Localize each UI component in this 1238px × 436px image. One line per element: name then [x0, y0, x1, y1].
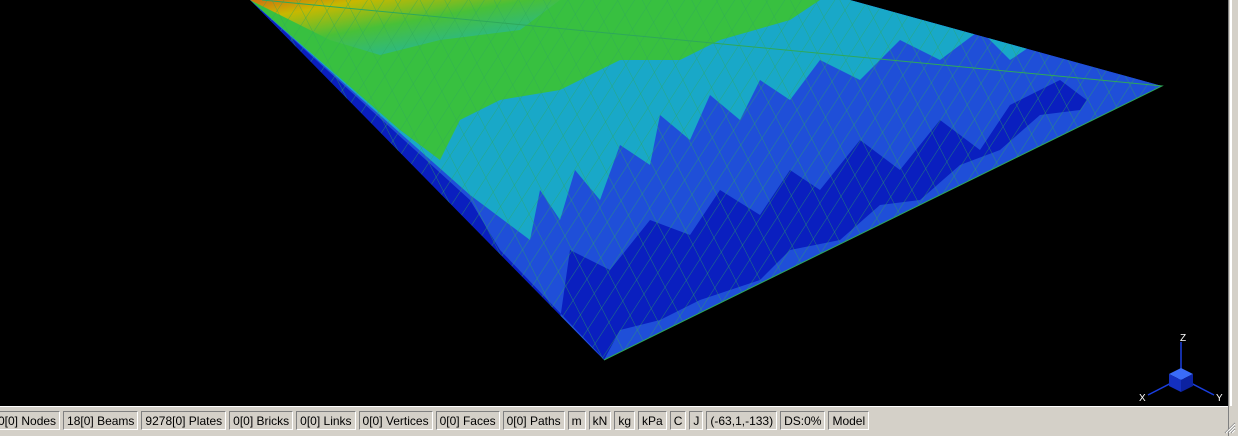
- status-links: 0[0] Links: [296, 411, 356, 430]
- status-nodes: 0[0] Nodes: [0, 411, 61, 430]
- plate-mesh: [250, 0, 1162, 360]
- unit-stress[interactable]: kPa: [638, 411, 667, 430]
- axis-triad: Z X Y: [1139, 333, 1223, 404]
- contour-plot: Z X Y: [250, 0, 1223, 404]
- mode-indicator: Model: [828, 411, 870, 430]
- status-bricks: 0[0] Bricks: [229, 411, 294, 430]
- status-beams: 18[0] Beams: [63, 411, 139, 430]
- unit-length[interactable]: m: [567, 411, 586, 430]
- model-viewport[interactable]: Z X Y: [0, 0, 1228, 406]
- status-faces: 0[0] Faces: [435, 411, 500, 430]
- resize-grip-icon[interactable]: [1224, 422, 1236, 434]
- ds-indicator: DS:0%: [780, 411, 826, 430]
- status-plates: 9278[0] Plates: [141, 411, 227, 430]
- unit-energy[interactable]: J: [689, 411, 704, 430]
- status-paths: 0[0] Paths: [502, 411, 565, 430]
- status-bar: 0[0] Nodes 18[0] Beams 9278[0] Plates 0[…: [0, 406, 1228, 436]
- window-right-border: [1228, 0, 1238, 436]
- cursor-coordinates: (-63,1,-133): [706, 411, 778, 430]
- axis-x-label: X: [1139, 393, 1146, 404]
- unit-mass[interactable]: kg: [614, 411, 636, 430]
- axis-z-label: Z: [1180, 333, 1186, 344]
- unit-force[interactable]: kN: [588, 411, 612, 430]
- axis-triad-cube-icon: [1169, 368, 1193, 392]
- status-vertices: 0[0] Vertices: [358, 411, 433, 430]
- axis-y-label: Y: [1216, 393, 1223, 404]
- unit-temperature[interactable]: C: [669, 411, 687, 430]
